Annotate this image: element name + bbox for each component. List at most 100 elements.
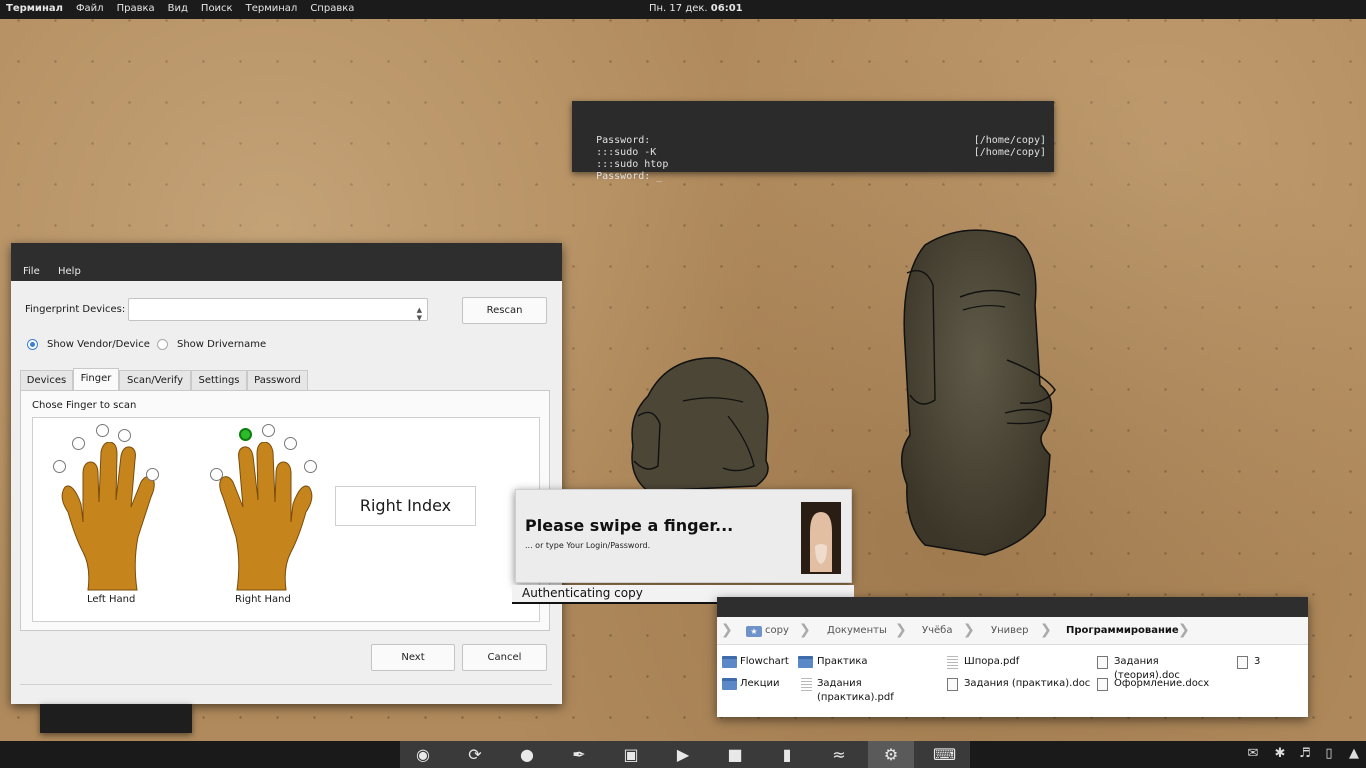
clock-time: 06:01 [710,3,743,14]
list-item[interactable]: Лекции [722,677,797,691]
left-ring-target[interactable] [72,437,85,450]
message-icon[interactable]: ✉ [1245,746,1261,762]
selected-finger-label: Right Index [335,486,476,526]
radio-driver-label[interactable]: Show Drivername [177,339,266,350]
list-item-label: Задания (практика).doc [964,678,1091,689]
wallpaper-moai-small [631,357,769,491]
radio-vendor-label[interactable]: Show Vendor/Device [47,339,150,350]
right-index-target[interactable] [239,428,252,441]
terminal-icon[interactable]: ⌨ [933,745,956,765]
terminal-line-path: [/home/copy] [973,135,1046,146]
list-item[interactable]: Практика [798,655,878,669]
menu-search[interactable]: Поиск [201,3,233,14]
breadcrumb-separator-icon: ❯ [1178,622,1190,638]
left-index-target[interactable] [118,429,131,442]
breadcrumb-separator-icon: ❯ [799,622,811,638]
tab-scan-verify[interactable]: Scan/Verify [119,370,191,390]
terminal-window[interactable]: Password: :::sudo -K [/home/copy] :::sud… [572,101,1054,182]
terminal-line: Password: [572,123,1054,146]
menu-terminal[interactable]: Терминал [246,3,298,14]
update-icon[interactable]: ⟳ [465,745,485,765]
home-icon: ★ [746,626,762,637]
file-manager-titlebar[interactable] [717,597,1308,617]
right-pinky-target[interactable] [304,460,317,473]
document-icon [947,678,958,691]
right-hand-label: Right Hand [235,594,291,605]
auth-status-text: Authenticating copy [522,586,643,600]
list-item[interactable]: Задания (практика).doc [947,677,1092,691]
terminal-line-text: Password: _ [596,171,663,182]
breadcrumb-separator-icon: ❯ [963,622,975,638]
app-name[interactable]: Терминал [6,3,63,14]
breadcrumb-item-university[interactable]: Универ [991,625,1029,636]
list-item[interactable]: Задания (теория).doc [1097,655,1227,681]
fish-icon[interactable]: ≈ [829,745,849,765]
breadcrumb-item-documents[interactable]: Документы [827,625,887,636]
terminal-prompt-line[interactable]: Password: _ [572,159,1054,182]
cancel-button[interactable]: Cancel [462,644,547,671]
window-menubar: File Help [11,243,562,281]
firefox-icon[interactable]: ◉ [413,745,433,765]
right-middle-target[interactable] [262,424,275,437]
signal-icon[interactable]: ▲ [1346,746,1362,762]
tab-devices[interactable]: Devices [20,370,73,390]
terminal-line: :::sudo -K [/home/copy] [572,135,1054,158]
list-item[interactable]: 3 [1237,655,1277,669]
menu-file[interactable]: Файл [76,3,104,14]
wallpaper-moai-large [901,229,1056,556]
folder-icon[interactable]: ▣ [621,745,641,765]
breadcrumb-item-home[interactable]: copy [765,625,789,636]
list-item[interactable]: Шпора.pdf [947,655,1027,669]
list-item[interactable]: Задания (практика).pdf [801,677,941,703]
play-icon[interactable]: ▶ [673,745,693,765]
document-icon[interactable]: ▮ [777,745,797,765]
hands-area: Left Hand Right Hand Right Index [32,417,540,622]
list-item-label: Задания (практика).pdf [817,678,894,703]
rescan-button[interactable]: Rescan [462,297,547,324]
radio-vendor-device[interactable] [27,339,38,350]
tab-password[interactable]: Password [247,370,308,390]
left-pinky-target[interactable] [53,460,66,473]
folder-icon [722,656,737,668]
right-ring-target[interactable] [284,437,297,450]
list-item-label: Оформление.docx [1114,678,1210,689]
clock[interactable]: Пн. 17 дек. 06:01 [649,3,743,14]
list-item[interactable]: Оформление.docx [1097,677,1227,691]
menu-help[interactable]: Help [58,266,81,277]
tab-settings[interactable]: Settings [191,370,247,390]
top-panel: Терминал Файл Правка Вид Поиск Терминал … [0,0,1366,19]
list-item-label: Практика [817,656,868,667]
clock-date: Пн. 17 дек. [649,3,708,14]
tab-finger[interactable]: Finger [73,368,119,390]
bluetooth-icon[interactable]: ✱ [1272,746,1288,762]
breadcrumb-separator-icon: ❯ [721,622,733,638]
right-thumb-target[interactable] [210,468,223,481]
breadcrumb-item-programming[interactable]: Программирование [1066,625,1179,636]
notes-icon[interactable]: ■ [725,745,745,765]
battery-icon[interactable]: ▯ [1321,746,1337,762]
breadcrumb-item-study[interactable]: Учёба [922,625,952,636]
left-hand-label: Left Hand [87,594,136,605]
finger-tab-panel: Chose Finger to scan Left Hand Right Han… [20,390,550,631]
inkscape-icon[interactable]: ✒ [569,745,589,765]
folder-icon [722,678,737,690]
menu-edit[interactable]: Правка [117,3,155,14]
status-separator [20,684,552,685]
menu-help[interactable]: Справка [310,3,354,14]
fingerprint-thumb-icon [801,502,841,574]
menu-file[interactable]: File [23,266,40,277]
chat-icon[interactable]: ● [517,745,537,765]
left-middle-target[interactable] [96,424,109,437]
volume-icon[interactable]: ♬ [1297,746,1313,762]
devices-combo[interactable]: ▲ ▼ [128,298,428,322]
left-thumb-target[interactable] [146,468,159,481]
combo-arrow-icon: ▲ ▼ [416,306,422,322]
radio-drivername[interactable] [157,339,168,350]
settings-icon[interactable]: ⚙ [881,745,901,765]
auth-subtitle: ... or type Your Login/Password. [525,541,651,550]
document-icon [1237,656,1248,669]
auth-title: Please swipe a finger... [525,516,734,535]
next-button[interactable]: Next [371,644,455,671]
list-item[interactable]: Flowchart [722,655,797,669]
menu-view[interactable]: Вид [168,3,188,14]
